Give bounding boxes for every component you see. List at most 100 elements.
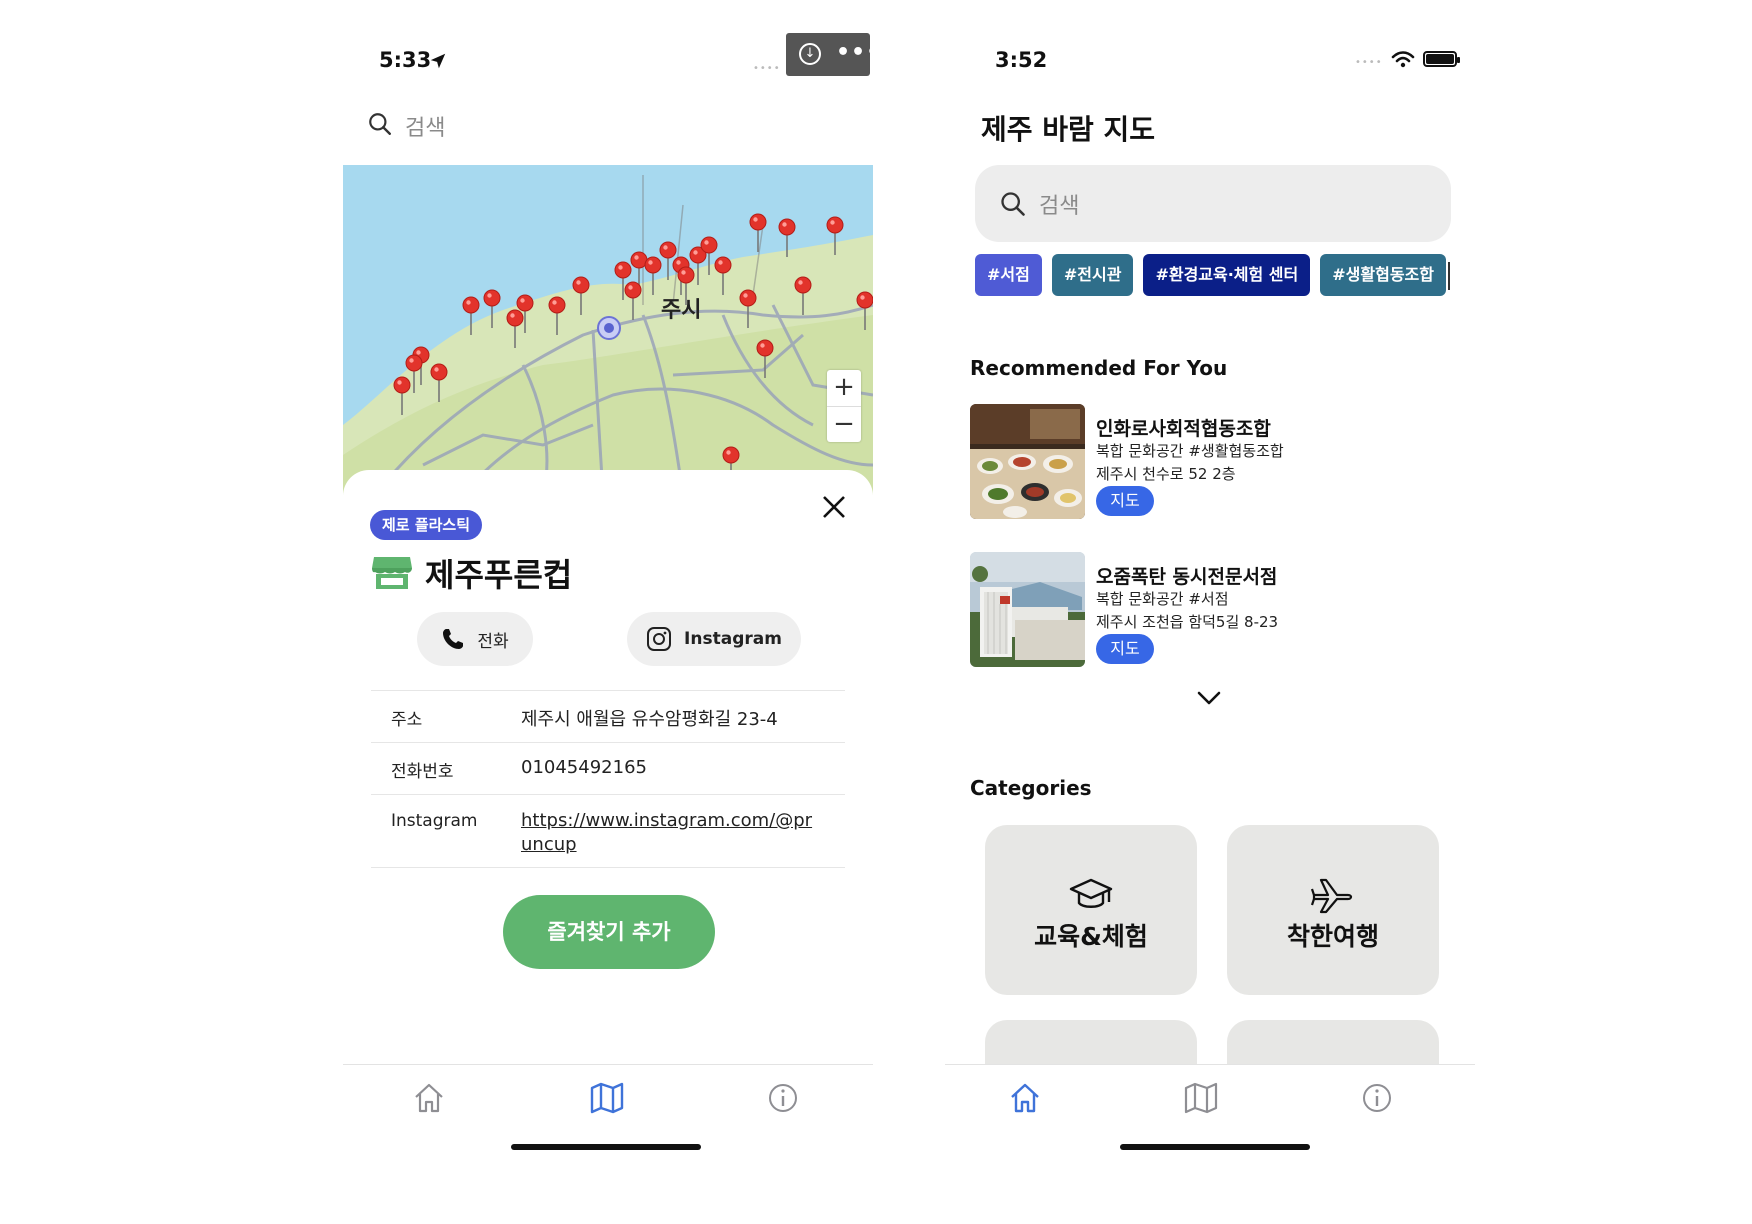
info-label: Instagram [391, 811, 478, 831]
categories-title: Categories [970, 776, 1092, 800]
recommended-name: 오줌폭탄 동시전문서점 [1096, 566, 1278, 588]
info-label: 전화번호 [391, 762, 454, 782]
more-icon[interactable]: ••• [836, 40, 881, 65]
place-header: 제주푸른컵 [371, 550, 572, 596]
map-pin-icon[interactable] [856, 291, 873, 330]
map-screen: 5:33 •••• ↓ ••• 검색 주시 + − 제로 플라스틱 제주푸른컵 … [343, 0, 880, 1224]
tab-bar-divider [343, 1064, 873, 1065]
battery-icon [1422, 51, 1460, 67]
graduation-cap-icon [1069, 878, 1113, 908]
category-card-education[interactable]: 교육&체험 [985, 825, 1197, 995]
recommended-address: 제주시 조천읍 함덕5길 8-23 [1096, 613, 1279, 631]
zoom-out-button[interactable]: − [827, 406, 861, 442]
current-location-icon [597, 316, 621, 340]
tag-chip[interactable]: #생활협동조합 [1320, 254, 1446, 296]
bookstore-photo [970, 552, 1085, 667]
instagram-icon [647, 627, 672, 651]
category-label: 교육&체험 [1034, 922, 1148, 951]
category-card[interactable] [1227, 1020, 1439, 1064]
tab-home[interactable] [411, 1080, 451, 1120]
category-label: 착한여행 [1286, 922, 1379, 951]
place-info-table: 주소 제주시 애월읍 유수암평화길 23-4 전화번호 01045492165 … [371, 690, 845, 868]
chevron-down-icon[interactable] [1195, 688, 1223, 708]
tab-map[interactable] [1183, 1080, 1223, 1120]
map-pin-icon[interactable] [826, 216, 844, 255]
tag-chips: #서점 #전시관 #환경교육·체험 센터 #생활협동조합 [975, 254, 1446, 296]
call-label: 전화 [477, 631, 509, 652]
recommended-item[interactable]: 인화로사회적협동조합 복합 문화공간 #생활협동조합 제주시 천수로 52 2층… [970, 404, 1450, 520]
tab-info[interactable] [1359, 1080, 1399, 1120]
category-card-travel[interactable]: 착한여행 [1227, 825, 1439, 995]
status-time: 3:52 [995, 48, 1048, 72]
home-icon [1011, 1083, 1039, 1113]
view-on-map-button[interactable]: 지도 [1096, 634, 1154, 664]
map-pins [393, 213, 873, 485]
close-icon[interactable] [819, 492, 849, 522]
search-icon [367, 111, 393, 141]
location-arrow-icon [430, 53, 446, 69]
instagram-label: Instagram [684, 629, 782, 649]
view-on-map-button[interactable]: 지도 [1096, 486, 1154, 516]
address-value: 제주시 애월읍 유수암평화길 23-4 [521, 709, 778, 730]
search-icon [1001, 191, 1025, 216]
signal-dots-icon: •••• [1355, 56, 1383, 68]
map-pin-icon[interactable] [506, 309, 524, 348]
map-pin-icon[interactable] [393, 376, 411, 415]
tag-chip[interactable]: #환경교육·체험 센터 [1143, 254, 1311, 296]
recommended-address: 제주시 천수로 52 2층 [1096, 465, 1236, 483]
info-icon [769, 1084, 797, 1112]
map-pin-icon[interactable] [483, 289, 501, 328]
category-card[interactable] [985, 1020, 1197, 1064]
recommended-desc: 복합 문화공간 #생활협동조합 [1096, 442, 1284, 460]
instagram-link[interactable]: https://www.instagram.com/@pruncup [521, 809, 821, 857]
map-pin-icon[interactable] [739, 289, 757, 328]
map-pin-icon[interactable] [714, 256, 732, 295]
tab-info[interactable] [765, 1080, 805, 1120]
home-screen: 3:52 •••• 제주 바람 지도 검색 #서점 #전시관 #환경교육·체험 센터… [945, 0, 1475, 1224]
info-row-phone: 전화번호 01045492165 [371, 742, 845, 794]
download-icon[interactable]: ↓ [799, 43, 821, 65]
add-favorite-button[interactable]: 즐겨찾기 추가 [503, 895, 715, 969]
tab-bar-divider [945, 1064, 1475, 1065]
category-tag: 제로 플라스틱 [370, 510, 483, 540]
map-pin-icon[interactable] [644, 256, 662, 295]
map-pin-icon[interactable] [794, 276, 812, 315]
place-detail-sheet: 제로 플라스틱 제주푸른컵 전화 Instagram 주소 제주시 애월읍 유수… [343, 470, 873, 1070]
phone-value[interactable]: 01045492165 [521, 757, 647, 778]
tag-chip[interactable]: #서점 [975, 254, 1042, 296]
map-pin-icon[interactable] [572, 276, 590, 315]
call-button[interactable]: 전화 [417, 612, 533, 666]
map-pin-icon[interactable] [548, 296, 566, 335]
zoom-control[interactable]: + − [827, 370, 861, 442]
status-time: 5:33 [379, 48, 432, 72]
status-icons: •••• [1355, 50, 1460, 68]
map-pin-icon[interactable] [430, 363, 448, 402]
search-placeholder: 검색 [1039, 193, 1080, 219]
map-view[interactable]: 주시 + − [343, 165, 873, 495]
map-pin-icon[interactable] [462, 296, 480, 335]
info-row-instagram: Instagram https://www.instagram.com/@pru… [371, 794, 845, 868]
map-pin-icon[interactable] [624, 281, 642, 320]
tag-chip[interactable]: #전시관 [1051, 254, 1134, 296]
info-icon [1363, 1084, 1391, 1112]
tab-map[interactable] [589, 1080, 629, 1120]
tab-home[interactable] [1007, 1080, 1047, 1120]
map-pin-icon[interactable] [749, 213, 767, 252]
recommended-item[interactable]: 오줌폭탄 동시전문서점 복합 문화공간 #서점 제주시 조천읍 함덕5길 8-2… [970, 552, 1450, 668]
store-icon [372, 557, 412, 589]
map-icon [1184, 1082, 1218, 1114]
search-bar[interactable]: 검색 [975, 165, 1451, 242]
screen-recorder-overlay[interactable]: ↓ ••• [786, 33, 880, 76]
airplane-icon [1310, 878, 1353, 914]
home-indicator [1120, 1144, 1310, 1150]
home-indicator [511, 1144, 701, 1150]
home-icon [415, 1083, 443, 1113]
map-pin-icon[interactable] [778, 218, 796, 257]
map-pin-icon[interactable] [756, 339, 774, 378]
search-bar[interactable]: 검색 [367, 110, 445, 142]
place-name: 제주푸른컵 [425, 556, 573, 594]
recommended-desc: 복합 문화공간 #서점 [1096, 590, 1229, 608]
instagram-button[interactable]: Instagram [627, 612, 801, 666]
zoom-in-button[interactable]: + [827, 370, 861, 406]
phone-icon [443, 629, 464, 649]
